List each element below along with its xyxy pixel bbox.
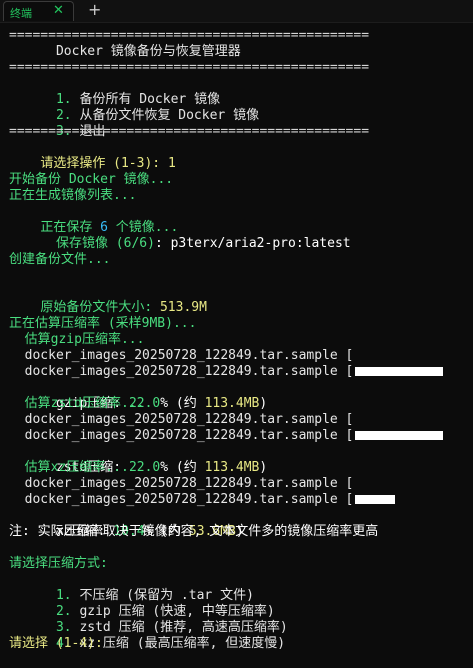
menu-title: Docker 镜像备份与恢复管理器: [9, 44, 241, 59]
menu-item: 1. 备份所有 Docker 镜像: [9, 76, 220, 107]
saving-images: 正在保存 6 个镜像...: [40, 220, 179, 235]
compression-note: 注: 实际压缩率取决于镜像内容, 文本文件多的镜像压缩率更高: [9, 524, 379, 539]
create-backup-file: 创建备份文件...: [9, 252, 111, 267]
separator-line: ========================================…: [9, 124, 370, 139]
zstd-result: zstd压缩: 22.0% (约 113.4MB): [55, 460, 268, 475]
separator-line: ========================================…: [9, 60, 370, 75]
zstd-progress-bar: [355, 431, 444, 440]
compression-option: 2. gzip 压缩 (快速, 中等压缩率): [55, 604, 275, 619]
tab-title: 终端: [10, 7, 32, 20]
tab-bar: 终端 ✕ +: [0, 0, 473, 23]
sample-file-line: docker_images_20250728_122849.tar.sample…: [9, 492, 396, 508]
sample-file-line: docker_images_20250728_122849.tar.sample…: [24, 348, 354, 363]
save-progress-line: 保存镜像 (6/6): p3terx/aria2-pro:latest: [40, 236, 351, 251]
saved-image-name: : p3terx/aria2-pro:latest: [154, 236, 351, 251]
gzip-progress-bar: [355, 367, 444, 376]
operation-prompt: 请选择操作 (1-3): 1: [9, 140, 175, 171]
original-size-line: 原始备份文件大小: 513.9M: [40, 300, 207, 315]
gzip-size: 113.4MB: [204, 396, 260, 411]
compression-prompt[interactable]: 请选择 (1-4):: [9, 636, 111, 652]
sample-file-line: docker_images_20250728_122849.tar.sample…: [9, 428, 444, 444]
original-size-value: 513.9M: [159, 300, 207, 315]
gzip-result: gzip压缩: 22.0% (约 113.4MB): [55, 396, 268, 411]
new-tab-button[interactable]: +: [88, 0, 101, 19]
zstd-estimate-label: 估算zstd压缩率...: [24, 396, 145, 411]
tab-terminal[interactable]: 终端 ✕: [3, 1, 74, 21]
separator-line: ========================================…: [9, 28, 370, 43]
backup-start: 开始备份 Docker 镜像...: [9, 172, 174, 187]
terminal-output[interactable]: ========================================…: [9, 28, 471, 658]
prompt-text: 请选择操作 (1-3):: [40, 156, 168, 171]
compression-option: 4. xz 压缩 (最高压缩率, 但速度慢): [55, 636, 286, 651]
save-progress: (6/6): [115, 236, 155, 251]
gzip-estimate-label: 估算gzip压缩率...: [24, 332, 145, 347]
close-icon[interactable]: ✕: [53, 3, 64, 18]
prompt-input: 1: [167, 156, 176, 171]
zstd-size: 113.4MB: [204, 460, 260, 475]
menu-item: 3. 退出: [9, 108, 105, 139]
compression-option: 3. zstd 压缩 (推荐, 高速高压缩率): [55, 620, 288, 635]
compression-header: 请选择压缩方式:: [9, 556, 108, 571]
compression-option: 1. 不压缩 (保留为 .tar 文件): [55, 588, 254, 603]
xz-estimate-label: 估算xz压缩率...: [24, 460, 129, 475]
sample-file-line: docker_images_20250728_122849.tar.sample…: [9, 364, 444, 380]
zstd-ratio: 22.0: [128, 460, 161, 475]
xz-progress-bar: [355, 495, 396, 504]
menu-item: 2. 从备份文件恢复 Docker 镜像: [9, 92, 259, 123]
sample-file-line: docker_images_20250728_122849.tar.sample…: [24, 476, 354, 491]
estimate-header: 正在估算压缩率 (采样9MB)...: [9, 316, 197, 331]
sample-file-line: docker_images_20250728_122849.tar.sample…: [24, 412, 354, 427]
xz-result: xz压缩: 10.4% (约 53.6MB): [55, 524, 244, 539]
generating-list: 正在生成镜像列表...: [9, 188, 137, 203]
